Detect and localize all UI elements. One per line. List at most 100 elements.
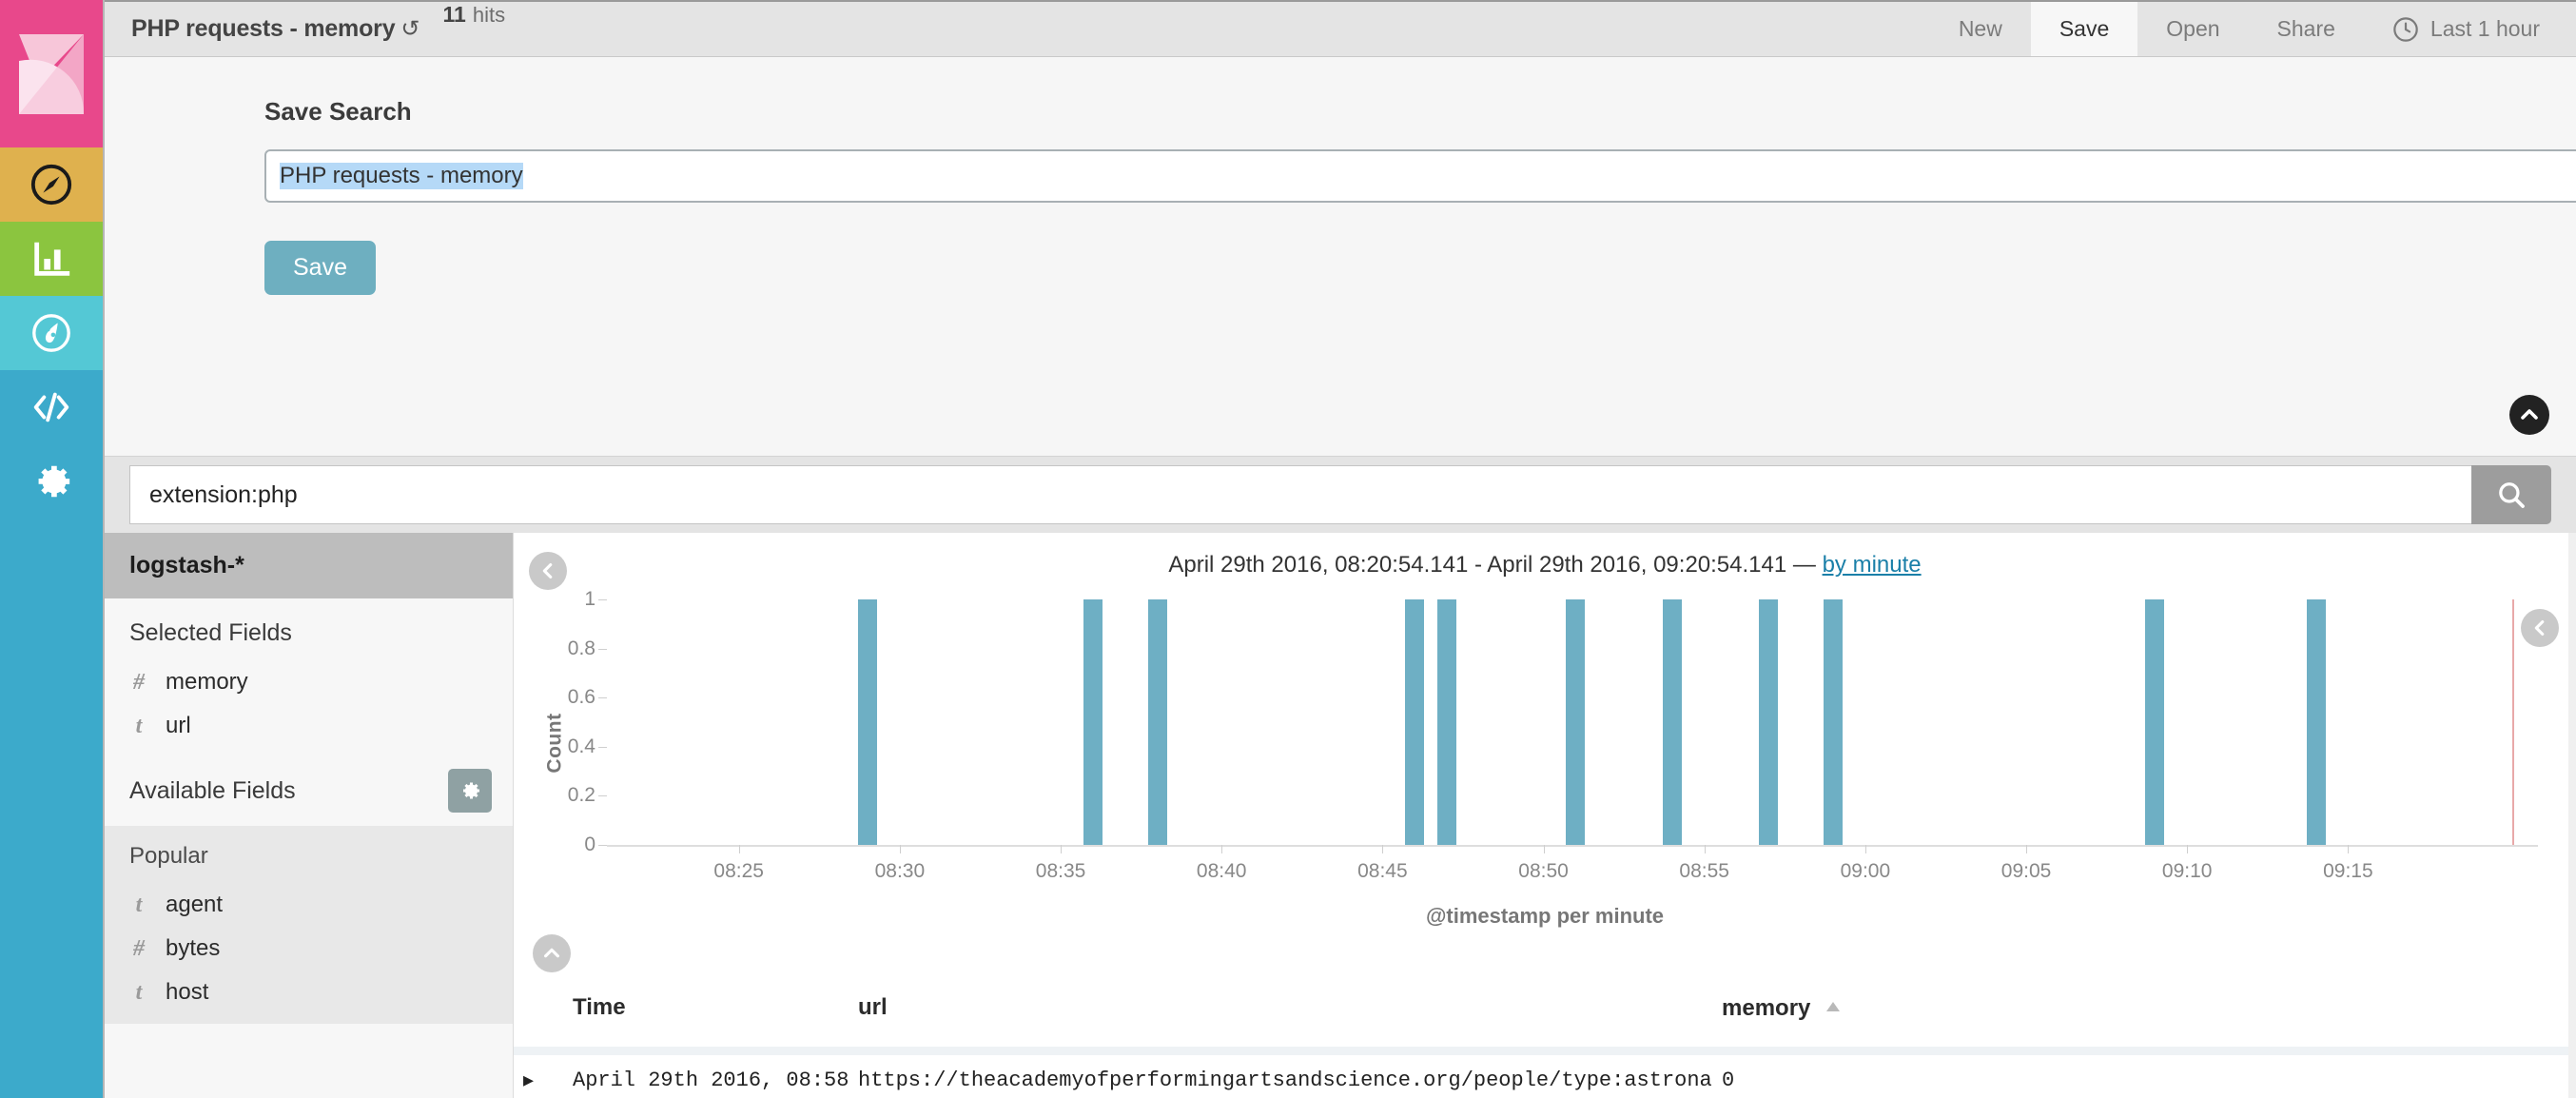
field-item-memory[interactable]: # memory (105, 660, 513, 704)
x-axis-tick-mark (1543, 845, 1545, 853)
th-memory-label: memory (1722, 995, 1811, 1021)
histogram-inner: Count 0 0.2 0.4 0.6 0.8 1 08:25 08:30 08:35 08:40… (514, 586, 2576, 900)
index-pattern-selector[interactable]: logstash-* (105, 533, 513, 598)
histogram-bar[interactable] (2306, 599, 2326, 845)
compass-icon (30, 164, 72, 206)
save-search-body: Save Search Save (105, 97, 2576, 295)
save-search-panel: Save Search Save (105, 57, 2576, 457)
caret-up-icon[interactable] (1825, 993, 1842, 1020)
y-axis-tick-mark (598, 746, 607, 748)
chevron-left-icon (542, 563, 553, 578)
histogram-bar[interactable] (1566, 599, 1586, 845)
x-axis-tick-mark (1061, 845, 1063, 853)
documents-table: Time url memory ▸ April 29th 2016, 08:58… (514, 984, 2576, 1093)
discover-main: April 29th 2016, 08:20:54.141 - April 29… (514, 533, 2576, 1098)
field-name-label: memory (166, 669, 248, 695)
kibana-logo[interactable] (0, 0, 103, 147)
histogram-bar[interactable] (1083, 599, 1103, 845)
y-axis-tick-mark (598, 599, 607, 600)
y-axis-tick-label: 0.2 (567, 784, 595, 807)
save-search-title-input[interactable] (264, 149, 2576, 203)
table-row[interactable]: ▸ April 29th 2016, 08:58:34.675 https://… (514, 1051, 2576, 1093)
histogram-chart[interactable]: Count 0 0.2 0.4 0.6 0.8 1 08:25 08:30 08:35 08:40… (514, 586, 2576, 900)
documents-table-body: ▸ April 29th 2016, 08:58:34.675 https://… (514, 1051, 2576, 1093)
kibana-logo-icon (19, 33, 85, 114)
chart-range-text: April 29th 2016, 08:20:54.141 - April 29… (1168, 552, 1823, 578)
x-axis-tick-label: 08:40 (1196, 860, 1247, 882)
th-expand (514, 984, 563, 1055)
histogram-bar[interactable] (1147, 599, 1167, 845)
y-axis-label: Count (543, 713, 566, 774)
x-axis-tick-mark (738, 845, 740, 853)
th-time[interactable]: Time (563, 984, 849, 1055)
saved-search-title-group: PHP requests - memory ↺ (105, 2, 420, 56)
topnav-new[interactable]: New (1930, 2, 2031, 56)
histogram-collapse-button[interactable] (533, 934, 571, 972)
histogram-plot-area[interactable]: 0 0.2 0.4 0.6 0.8 1 08:25 08:30 08:35 08:40 08:45 0… (568, 588, 2538, 882)
topnav-save[interactable]: Save (2030, 2, 2138, 56)
reload-icon[interactable]: ↺ (400, 17, 420, 41)
hits-count: 11 (442, 2, 466, 27)
field-item-host[interactable]: t host (105, 971, 513, 1014)
time-picker-button[interactable]: Last 1 hour (2364, 2, 2576, 56)
field-name-label: host (166, 979, 209, 1005)
chart-interval-link[interactable]: by minute (1823, 552, 1922, 578)
sidebar-collapse-button[interactable] (529, 552, 567, 590)
histogram-bar[interactable] (1437, 599, 1457, 845)
x-axis-tick-label: 08:45 (1357, 860, 1408, 882)
save-panel-collapse-button[interactable] (2509, 395, 2549, 435)
row-expand-toggle[interactable]: ▸ (514, 1051, 563, 1093)
clock-icon (2392, 16, 2419, 43)
th-url[interactable]: url (849, 984, 1712, 1055)
histogram-bar[interactable] (1759, 599, 1779, 845)
popular-fields-group: Popular t agent # bytes t host (105, 826, 513, 1024)
histogram-bar[interactable] (1405, 599, 1425, 845)
x-axis-tick-label: 08:30 (874, 860, 926, 882)
field-item-bytes[interactable]: # bytes (105, 927, 513, 971)
save-button[interactable]: Save (264, 241, 376, 295)
search-submit-button[interactable] (2471, 465, 2551, 524)
histogram-bar[interactable] (1662, 599, 1682, 845)
x-axis-tick-mark (2026, 845, 2028, 853)
y-axis-tick-mark (598, 795, 607, 797)
topnav-share[interactable]: Share (2249, 2, 2364, 56)
chart-time-range-title: April 29th 2016, 08:20:54.141 - April 29… (514, 552, 2576, 578)
rail-item-dev-tools[interactable] (0, 370, 103, 444)
x-axis-tick-mark (2348, 845, 2350, 853)
row-memory: 0 (1722, 1069, 1735, 1092)
x-axis-tick-label: 09:00 (1840, 860, 1891, 882)
rail-item-management[interactable] (0, 444, 103, 519)
histogram-bar[interactable] (858, 599, 878, 845)
field-item-url[interactable]: t url (105, 704, 513, 748)
x-axis-tick-label: 09:15 (2323, 860, 2373, 882)
query-bar (105, 457, 2576, 533)
x-axis-tick-mark (1704, 845, 1706, 853)
available-fields-heading: Available Fields (129, 776, 296, 804)
field-item-agent[interactable]: t agent (105, 883, 513, 927)
y-axis-tick-mark (598, 845, 607, 846)
field-settings-button[interactable] (448, 769, 492, 813)
y-axis-tick-mark (598, 697, 607, 699)
rail-item-dashboard[interactable] (0, 296, 103, 370)
x-axis-tick-label: 08:35 (1035, 860, 1086, 882)
hits-label: hits (472, 3, 506, 27)
bar-chart-icon (34, 242, 70, 276)
x-axis-tick-label: 08:55 (1679, 860, 1729, 882)
th-memory[interactable]: memory (1712, 984, 2576, 1055)
rail-item-visualize[interactable] (0, 222, 103, 296)
available-fields-heading-row: Available Fields (105, 748, 513, 826)
rail-item-discover[interactable] (0, 147, 103, 222)
top-bar: PHP requests - memory ↺ 11 hits New Save… (105, 0, 2576, 57)
y-axis-tick-label: 0.6 (567, 686, 595, 709)
y-axis-tick-label: 0.8 (567, 637, 595, 659)
field-name-label: agent (166, 892, 224, 917)
documents-table-wrapper[interactable]: Time url memory ▸ April 29th 2016, 08:58… (514, 971, 2576, 1098)
table-header-row: Time url memory (514, 984, 2576, 1055)
search-input[interactable] (129, 465, 2471, 524)
popular-fields-heading: Popular (129, 843, 208, 869)
histogram-bar[interactable] (2145, 599, 2165, 845)
topnav-open[interactable]: Open (2137, 2, 2248, 56)
histogram-bar[interactable] (1824, 599, 1844, 845)
field-type-icon: # (133, 935, 145, 961)
vertical-scroll-edge[interactable] (2568, 533, 2576, 1098)
